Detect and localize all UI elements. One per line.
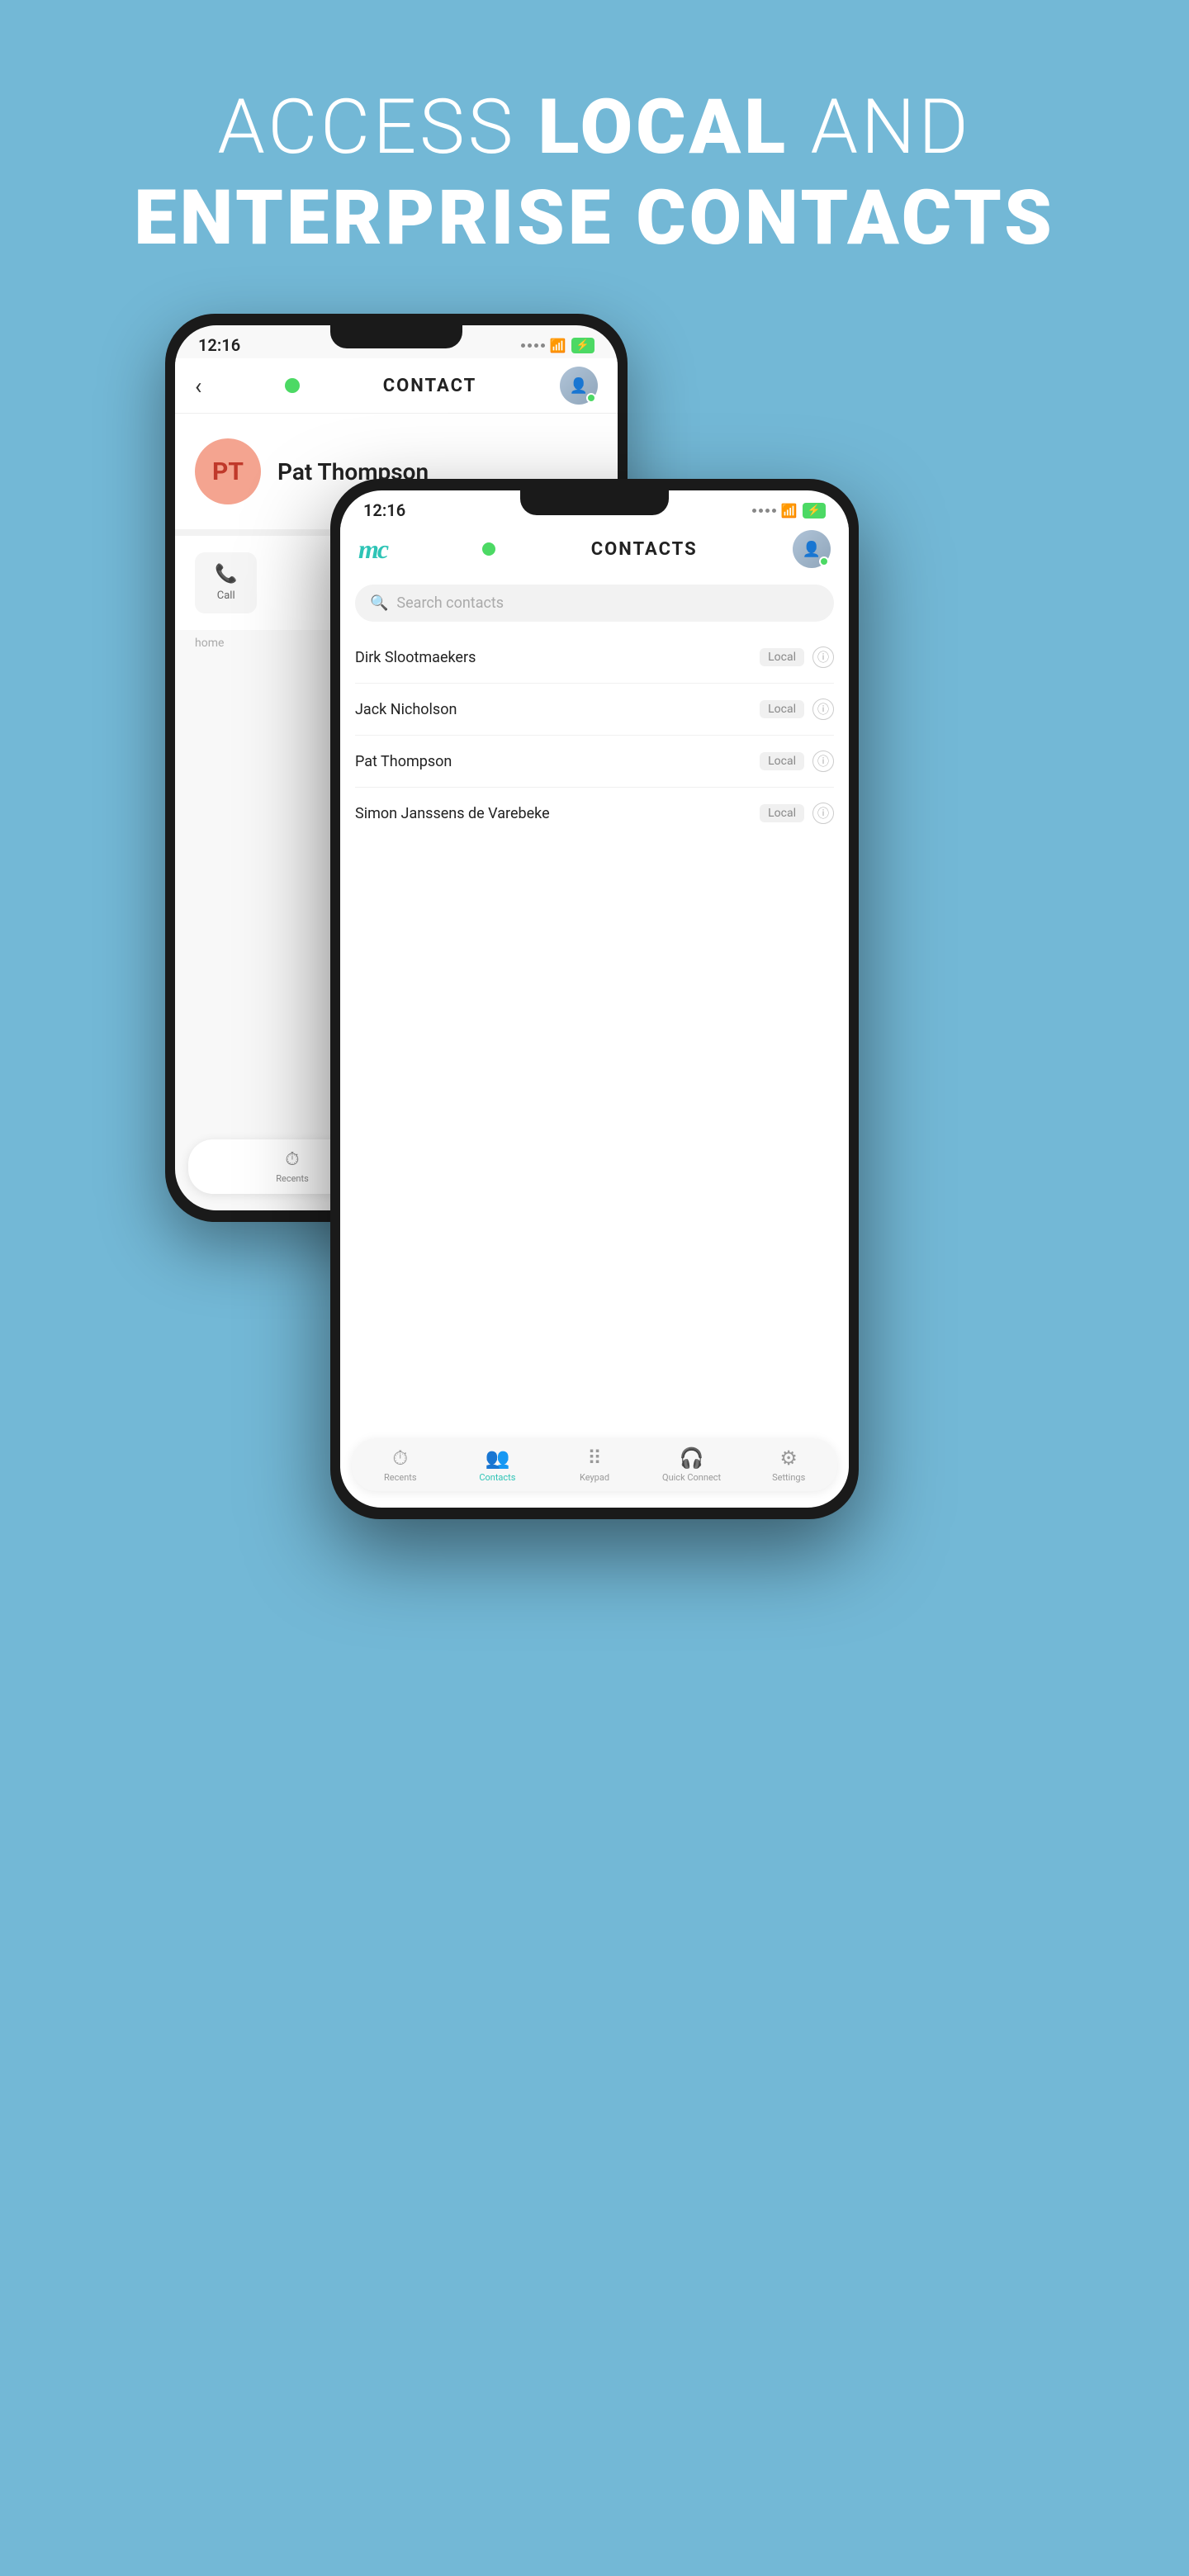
search-placeholder: Search contacts xyxy=(396,594,504,612)
hero-section: ACCESS LOCAL AND ENTERPRISE CONTACTS xyxy=(0,0,1189,265)
front-phone-screen: 12:16 📶 ⚡ mc CONTACTS xyxy=(340,490,849,1508)
front-phone-app-header: mc CONTACTS 👤 xyxy=(340,523,849,575)
recents-label: Recents xyxy=(276,1173,309,1184)
front-phone: 12:16 📶 ⚡ mc CONTACTS xyxy=(330,479,859,1519)
front-signal-dots xyxy=(752,509,776,513)
front-battery-icon: ⚡ xyxy=(803,503,826,519)
hero-line1: ACCESS LOCAL AND xyxy=(0,83,1189,173)
local-badge-2: Local xyxy=(760,752,804,770)
call-button[interactable]: 📞 Call xyxy=(195,552,257,613)
front-keypad-label: Keypad xyxy=(580,1472,609,1483)
front-settings-icon: ⚙ xyxy=(779,1447,798,1470)
front-header-avatar: 👤 xyxy=(793,530,831,568)
contact-row-3[interactable]: Simon Janssens de Varebeke Local ⓘ xyxy=(355,788,834,839)
front-settings-label: Settings xyxy=(772,1472,805,1483)
local-badge-3: Local xyxy=(760,804,804,822)
contact-header-title: CONTACT xyxy=(383,376,477,396)
contact-name-3: Simon Janssens de Varebeke xyxy=(355,805,550,822)
back-phone-notch xyxy=(330,325,462,348)
local-badge-1: Local xyxy=(760,700,804,718)
tab-front-quickconnect[interactable]: 🎧 Quick Connect xyxy=(643,1447,741,1483)
contact-name-1: Jack Nicholson xyxy=(355,701,457,718)
contact-row-1[interactable]: Jack Nicholson Local ⓘ xyxy=(355,684,834,736)
contact-list: Dirk Slootmaekers Local ⓘ Jack Nicholson… xyxy=(340,632,849,839)
avatar-online-dot xyxy=(586,393,596,403)
contact-row-right-3: Local ⓘ xyxy=(760,803,834,824)
tab-front-keypad[interactable]: ⠿ Keypad xyxy=(546,1447,643,1483)
front-wifi-icon: 📶 xyxy=(781,503,798,519)
front-phone-time: 12:16 xyxy=(363,500,405,520)
back-phone-status-icons: 📶 ⚡ xyxy=(521,338,594,353)
call-label: Call xyxy=(217,590,235,602)
front-status-dot xyxy=(482,542,495,556)
info-icon-2[interactable]: ⓘ xyxy=(812,751,834,772)
contact-row-0[interactable]: Dirk Slootmaekers Local ⓘ xyxy=(355,632,834,684)
recents-icon: ⏱ xyxy=(285,1149,299,1170)
contacts-header-title: CONTACTS xyxy=(591,539,698,560)
back-phone-time: 12:16 xyxy=(198,335,240,355)
contact-name-0: Dirk Slootmaekers xyxy=(355,649,476,666)
front-phone-tab-bar: ⏱ Recents 👥 Contacts ⠿ Keypad 🎧 Quick Co… xyxy=(352,1438,837,1491)
contact-initials: PT xyxy=(212,457,244,486)
battery-icon: ⚡ xyxy=(571,338,594,353)
front-status-icons: 📶 ⚡ xyxy=(752,503,826,519)
front-contacts-icon: 👥 xyxy=(485,1447,509,1470)
back-phone-app-header: ‹ CONTACT 👤 xyxy=(175,358,618,414)
front-phone-notch xyxy=(520,490,669,515)
info-icon-3[interactable]: ⓘ xyxy=(812,803,834,824)
app-logo: mc xyxy=(358,534,387,565)
header-avatar: 👤 xyxy=(560,367,598,405)
contact-row-right-0: Local ⓘ xyxy=(760,646,834,668)
status-green-dot xyxy=(285,378,300,393)
tab-front-settings[interactable]: ⚙ Settings xyxy=(740,1447,837,1483)
contact-name-2: Pat Thompson xyxy=(355,753,452,770)
front-quickconnect-icon: 🎧 xyxy=(680,1447,704,1470)
search-bar[interactable]: 🔍 Search contacts xyxy=(355,585,834,622)
contact-avatar: PT xyxy=(195,438,261,504)
wifi-icon: 📶 xyxy=(550,338,566,353)
search-icon: 🔍 xyxy=(370,594,388,612)
front-quickconnect-label: Quick Connect xyxy=(662,1472,721,1483)
front-contacts-label: Contacts xyxy=(479,1472,515,1483)
contact-row-2[interactable]: Pat Thompson Local ⓘ xyxy=(355,736,834,788)
front-recents-label: Recents xyxy=(384,1472,417,1483)
local-badge-0: Local xyxy=(760,648,804,666)
signal-dots xyxy=(521,343,545,348)
front-keypad-icon: ⠿ xyxy=(587,1447,602,1470)
front-recents-icon: ⏱ xyxy=(392,1447,408,1470)
contact-row-right-1: Local ⓘ xyxy=(760,698,834,720)
tab-front-recents[interactable]: ⏱ Recents xyxy=(352,1447,449,1483)
contact-row-right-2: Local ⓘ xyxy=(760,751,834,772)
phone-icon: 📞 xyxy=(215,564,237,585)
front-avatar-online-dot xyxy=(819,556,829,566)
info-icon-1[interactable]: ⓘ xyxy=(812,698,834,720)
hero-line2: ENTERPRISE CONTACTS xyxy=(0,173,1189,264)
phones-container: 12:16 📶 ⚡ ‹ CONTACT xyxy=(140,314,1049,2460)
back-button[interactable]: ‹ xyxy=(195,372,201,400)
tab-front-contacts[interactable]: 👥 Contacts xyxy=(449,1447,547,1483)
info-icon-0[interactable]: ⓘ xyxy=(812,646,834,668)
